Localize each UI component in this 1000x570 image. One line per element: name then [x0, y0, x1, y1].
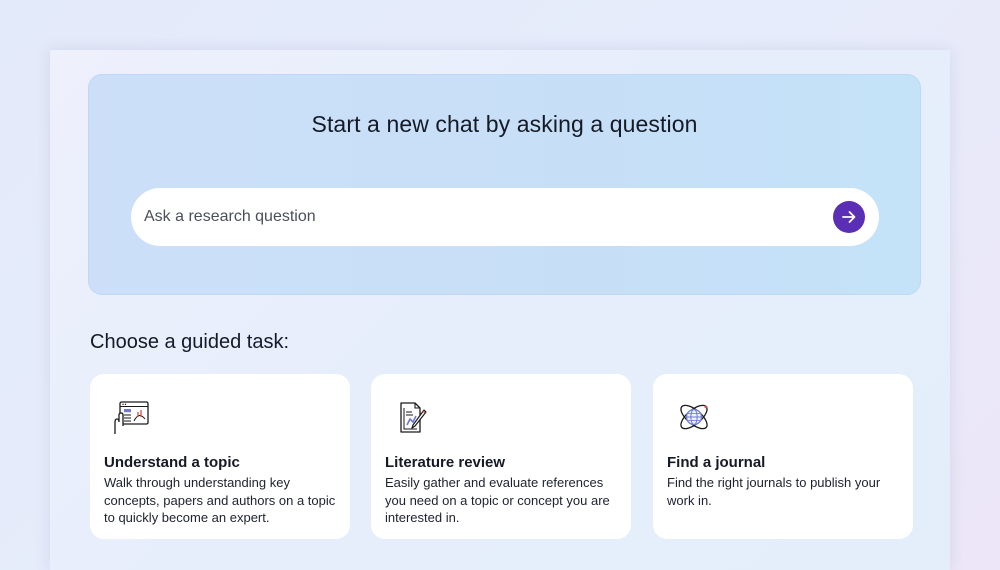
hero-title: Start a new chat by asking a question: [311, 111, 698, 137]
guided-task-card-literature-review[interactable]: Literature review Easily gather and eval…: [371, 374, 631, 539]
guided-task-card-find-journal[interactable]: Find a journal Find the right journals t…: [653, 374, 913, 539]
guided-task-card-understand-topic[interactable]: Understand a topic Walk through understa…: [90, 374, 350, 539]
card-title: Understand a topic: [104, 454, 240, 471]
main-panel: Start a new chat by asking a question Ch…: [50, 50, 950, 570]
guided-task-heading: Choose a guided task:: [90, 331, 290, 353]
arrow-right-icon: [842, 211, 856, 223]
card-title: Literature review: [385, 454, 506, 471]
card-description: Walk through understanding key concepts,…: [104, 475, 336, 525]
card-title: Find a journal: [667, 454, 766, 471]
submit-question-button[interactable]: [833, 201, 865, 233]
search-box[interactable]: [131, 188, 879, 246]
card-description: Find the right journals to publish your …: [667, 475, 881, 508]
research-question-input[interactable]: [144, 188, 824, 246]
new-chat-hero: Start a new chat by asking a question: [88, 74, 921, 295]
card-description: Easily gather and evaluate references yo…: [385, 475, 610, 525]
hand-screen-chart-icon: [114, 401, 149, 434]
document-pen-icon: [400, 402, 427, 433]
globe-orbit-icon: [680, 404, 708, 430]
